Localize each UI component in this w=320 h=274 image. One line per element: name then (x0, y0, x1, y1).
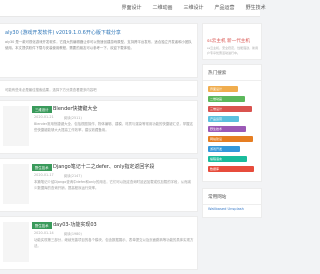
sidebar-links-widget: 常用网站 Wallbased Unsplash (202, 188, 262, 218)
friend-link[interactable]: Wallbased Unsplash (208, 207, 244, 211)
post-date: 2020-01-21 (34, 115, 54, 119)
tag-pill[interactable]: 界面设计 (208, 86, 238, 92)
post-title[interactable]: day03-功能实现03 (53, 221, 97, 228)
tag-pill[interactable]: 游戏开发 (208, 146, 240, 152)
sidebar-tags-widget: 热门搜索 界面设计二维动画三维设计产品运营野生技术网站建设游戏开发编程语言数据库 (202, 64, 262, 182)
post-category-badge[interactable]: 野生技术 (32, 222, 52, 229)
post-meta: 2020-01-21 阅读(2511) (34, 115, 82, 120)
featured-post-title[interactable]: aly30 (游戏开发软件) v2019.1.0.6开心版下载分享 (5, 29, 121, 36)
post-title[interactable]: Blender快捷键大全 (53, 105, 97, 112)
tag-pill[interactable]: 网站建设 (208, 136, 253, 142)
post-date: 2020-01-17 (34, 173, 54, 177)
tag-pill[interactable]: 产品运营 (208, 116, 239, 122)
main-nav: 界面设计 二维动画 三维设计 产品运营 野生技术 (116, 0, 271, 17)
promo-text: ss云主机，安全稳定，性能强劲，新用户专享优惠活动进行中。 (207, 46, 259, 55)
sidebar-promo-widget[interactable]: ss云主机 新一代主机 ss云主机，安全稳定，性能强劲，新用户专享优惠活动进行中… (202, 23, 262, 60)
nav-item-ui-design[interactable]: 界面设计 (116, 0, 147, 17)
tag-pill[interactable]: 编程语言 (208, 156, 247, 162)
nav-item-product-ops[interactable]: 产品运营 (209, 0, 240, 17)
tag-pill[interactable]: 三维设计 (208, 106, 252, 112)
tags-widget-title: 热门搜索 (203, 65, 261, 81)
post-meta: 2020-01-17 阅读(2147) (34, 173, 82, 178)
tag-pill[interactable]: 野生技术 (208, 126, 246, 132)
nav-item-3d-design[interactable]: 三维设计 (178, 0, 209, 17)
post-thumbnail[interactable] (3, 164, 29, 204)
post-category-badge[interactable]: 野生技术 (32, 164, 52, 171)
post-excerpt: 功能实现第三部分，继续完善项目的各个模块，包含数据展示、表单提交以及页面跳转等功… (34, 238, 194, 248)
tag-pill[interactable]: 二维动画 (208, 96, 245, 102)
post-date: 2020-01-14 (34, 231, 54, 235)
notice-bar: 可能有些未必是最佳搜索结果，选择下方分类查看更多内容吧 (0, 80, 198, 97)
post-excerpt: 本篇笔记介绍Django查询中defer和only的用法，它们可以指定查询时延迟… (34, 180, 191, 190)
nav-item-wild-tech[interactable]: 野生技术 (240, 0, 271, 17)
post-item[interactable]: 野生技术 Django笔记十二之defer、only指定返回字段 2020-01… (0, 158, 198, 212)
post-thumbnail[interactable] (3, 106, 29, 146)
promo-title[interactable]: ss云主机 新一代主机 (207, 38, 250, 44)
post-views: 阅读(1980) (63, 232, 82, 236)
nav-item-2d-animation[interactable]: 二维动画 (147, 0, 178, 17)
post-title[interactable]: Django笔记十二之defer、only指定返回字段 (53, 163, 154, 170)
featured-post-excerpt: aly30 是一款可视化游戏开发软件，它强大的编辑器让你可以快速创建游戏原型，支… (5, 40, 192, 50)
post-category-badge[interactable]: 三维设计 (32, 106, 52, 113)
post-views: 阅读(2147) (63, 174, 82, 178)
links-widget-title: 常用网站 (203, 189, 261, 205)
tag-pill[interactable]: 数据库 (208, 166, 254, 172)
featured-post-card: aly30 (游戏开发软件) v2019.1.0.6开心版下载分享 aly30 … (0, 23, 198, 78)
post-meta: 2020-01-14 阅读(1980) (34, 231, 82, 236)
notice-text: 可能有些未必是最佳搜索结果，选择下方分类查看更多内容吧 (5, 88, 97, 92)
post-views: 阅读(2511) (63, 116, 82, 120)
post-excerpt: Blender常用快捷键大全，包括视图操作、物体编辑、建模、材质与渲染等常用功能… (34, 122, 193, 132)
post-thumbnail[interactable] (3, 222, 29, 262)
post-item[interactable]: 野生技术 day03-功能实现03 2020-01-14 阅读(1980) 功能… (0, 216, 198, 270)
tag-list: 界面设计二维动画三维设计产品运营野生技术网站建设游戏开发编程语言数据库 (203, 81, 261, 172)
post-item[interactable]: 三维设计 Blender快捷键大全 2020-01-21 阅读(2511) Bl… (0, 100, 198, 154)
top-navbar: 界面设计 二维动画 三维设计 产品运营 野生技术 (0, 0, 266, 17)
